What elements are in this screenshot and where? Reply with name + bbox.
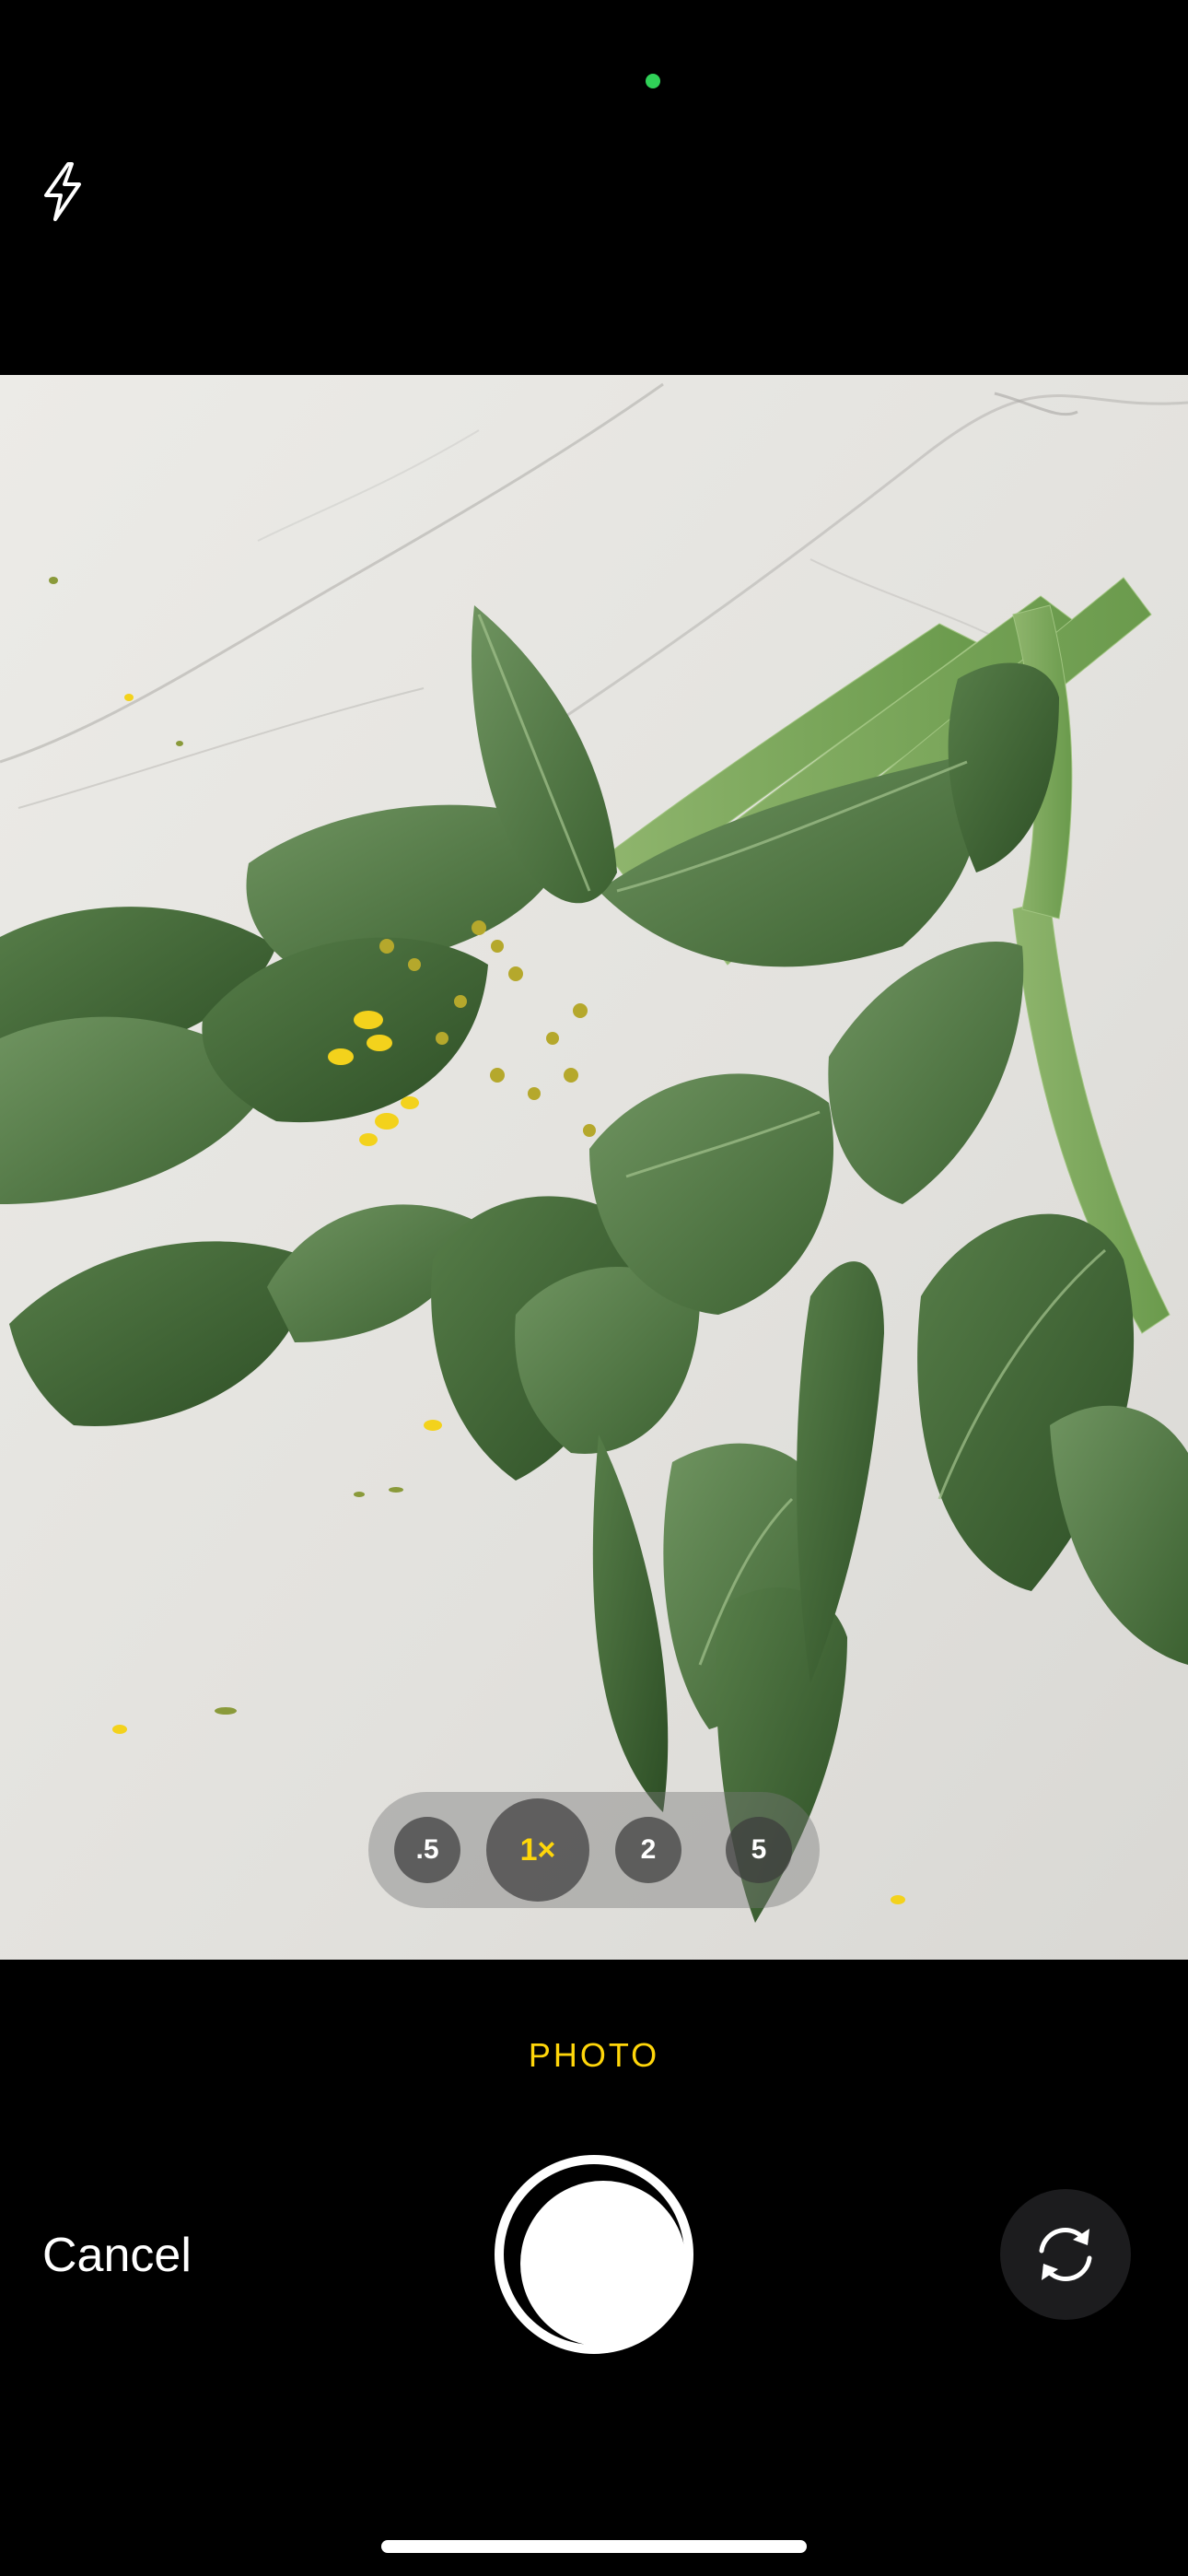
shutter-button[interactable]: [495, 2155, 693, 2354]
viewfinder-preview-image: [0, 375, 1188, 1960]
cancel-button[interactable]: Cancel: [42, 2228, 192, 2283]
camera-in-use-indicator: [646, 74, 660, 88]
zoom-option-label: 2: [640, 1834, 657, 1865]
zoom-option-1x[interactable]: 1×: [486, 1798, 589, 1902]
shutter-core: [520, 2181, 686, 2347]
flash-button[interactable]: [28, 147, 98, 236]
zoom-option-label: 5: [751, 1834, 767, 1865]
flash-icon: [44, 162, 81, 221]
zoom-option-label: 1×: [519, 1832, 556, 1868]
flip-camera-button[interactable]: [1000, 2189, 1131, 2320]
zoom-option-0.5x[interactable]: .5: [394, 1817, 460, 1883]
flip-camera-icon: [1039, 2228, 1092, 2281]
zoom-selector: .5 1× 2 5: [368, 1792, 820, 1908]
home-indicator[interactable]: [381, 2540, 807, 2553]
zoom-option-5x[interactable]: 5: [726, 1817, 792, 1883]
zoom-option-2x[interactable]: 2: [615, 1817, 681, 1883]
camera-mode-photo[interactable]: PHOTO: [0, 2036, 1188, 2075]
camera-viewfinder[interactable]: [0, 375, 1188, 1960]
zoom-option-label: .5: [415, 1834, 439, 1865]
shutter-ring: [504, 2164, 686, 2347]
